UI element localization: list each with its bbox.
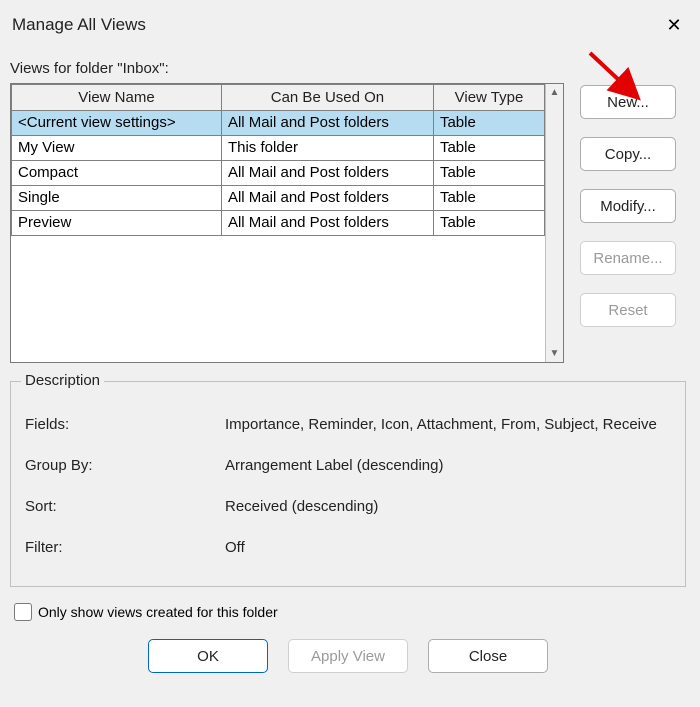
ok-button[interactable]: OK: [148, 639, 268, 673]
reset-button: Reset: [580, 293, 676, 327]
views-table-frame: View Name Can Be Used On View Type <Curr…: [10, 83, 564, 363]
col-header-usedon[interactable]: Can Be Used On: [221, 85, 433, 111]
table-cell-name: <Current view settings>: [12, 111, 222, 136]
rename-button: Rename...: [580, 241, 676, 275]
table-cell-used_on: All Mail and Post folders: [221, 161, 433, 186]
groupby-value: Arrangement Label (descending): [225, 457, 443, 474]
close-icon[interactable]: ✕: [652, 5, 696, 45]
table-cell-name: Preview: [12, 211, 222, 236]
table-row[interactable]: SingleAll Mail and Post foldersTable: [12, 186, 545, 211]
table-cell-name: Compact: [12, 161, 222, 186]
apply-view-button: Apply View: [288, 639, 408, 673]
copy-button[interactable]: Copy...: [580, 137, 676, 171]
table-row[interactable]: My ViewThis folderTable: [12, 136, 545, 161]
manage-views-dialog: Manage All Views ✕ Views for folder "Inb…: [0, 0, 700, 707]
only-show-row[interactable]: Only show views created for this folder: [10, 603, 686, 621]
col-header-name[interactable]: View Name: [12, 85, 222, 111]
col-header-type[interactable]: View Type: [433, 85, 544, 111]
scroll-up-icon[interactable]: ▲: [550, 87, 560, 98]
modify-button[interactable]: Modify...: [580, 189, 676, 223]
table-cell-name: Single: [12, 186, 222, 211]
table-cell-name: My View: [12, 136, 222, 161]
table-row[interactable]: <Current view settings>All Mail and Post…: [12, 111, 545, 136]
filter-label: Filter:: [25, 539, 225, 556]
description-legend: Description: [21, 372, 104, 389]
groupby-label: Group By:: [25, 457, 225, 474]
sort-value: Received (descending): [225, 498, 378, 515]
table-cell-type: Table: [433, 186, 544, 211]
table-row[interactable]: CompactAll Mail and Post foldersTable: [12, 161, 545, 186]
views-for-label: Views for folder "Inbox":: [10, 60, 686, 77]
table-cell-used_on: All Mail and Post folders: [221, 186, 433, 211]
table-cell-type: Table: [433, 136, 544, 161]
fields-label: Fields:: [25, 416, 225, 433]
dialog-title: Manage All Views: [12, 15, 146, 35]
views-table[interactable]: View Name Can Be Used On View Type <Curr…: [11, 84, 545, 236]
scrollbar[interactable]: ▲ ▼: [545, 84, 563, 362]
sort-label: Sort:: [25, 498, 225, 515]
table-cell-type: Table: [433, 111, 544, 136]
dialog-footer: OK Apply View Close: [10, 639, 686, 673]
only-show-checkbox[interactable]: [14, 603, 32, 621]
table-cell-used_on: All Mail and Post folders: [221, 111, 433, 136]
table-empty-area: [11, 236, 545, 362]
filter-value: Off: [225, 539, 245, 556]
fields-value: Importance, Reminder, Icon, Attachment, …: [225, 416, 657, 433]
table-cell-type: Table: [433, 161, 544, 186]
only-show-label: Only show views created for this folder: [38, 604, 278, 620]
titlebar: Manage All Views ✕: [0, 0, 700, 50]
scroll-down-icon[interactable]: ▼: [550, 348, 560, 359]
description-group: Description Fields: Importance, Reminder…: [10, 381, 686, 587]
close-button[interactable]: Close: [428, 639, 548, 673]
table-row[interactable]: PreviewAll Mail and Post foldersTable: [12, 211, 545, 236]
table-cell-used_on: All Mail and Post folders: [221, 211, 433, 236]
new-button[interactable]: New...: [580, 85, 676, 119]
table-cell-type: Table: [433, 211, 544, 236]
side-buttons: New... Copy... Modify... Rename... Reset: [580, 83, 676, 363]
table-cell-used_on: This folder: [221, 136, 433, 161]
